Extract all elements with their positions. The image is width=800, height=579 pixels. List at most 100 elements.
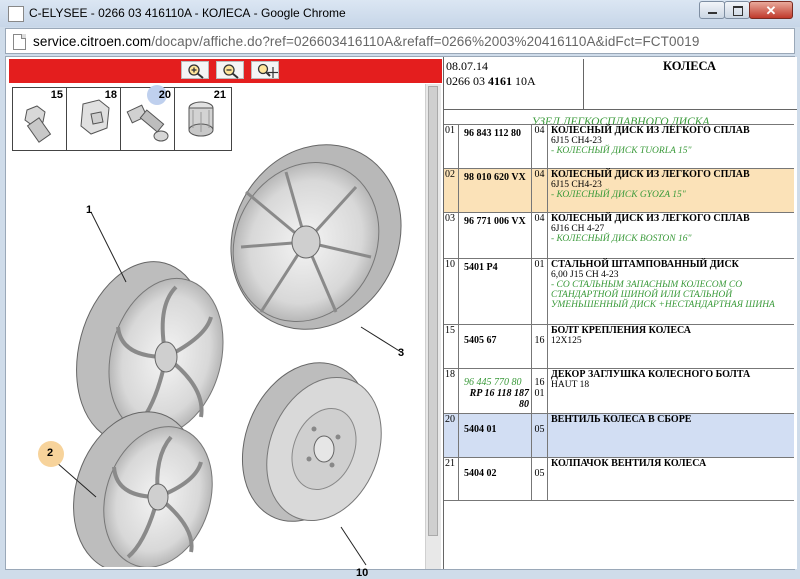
row-description: СТАЛЬНОЙ ШТАМПОВАННЫЙ ДИСК 6,00 J15 CH 4-…: [549, 259, 794, 324]
row-quantity-2: 01: [534, 388, 545, 399]
row-description: КОЛЕСНЫЙ ДИСК ИЗ ЛЕГКОГО СПЛАВ 6J16 CH 4-…: [549, 213, 794, 258]
header-ref-bold: 4161: [488, 74, 512, 88]
diagram-scrollbar[interactable]: [425, 84, 441, 569]
row-note: - КОЛЕСНЫЙ ДИСК BOSTON 16": [551, 234, 692, 244]
row-sub: 6,00 J15 CH 4-23: [551, 270, 619, 280]
table-row[interactable]: 03 96 771 006 VX 04 КОЛЕСНЫЙ ДИСК ИЗ ЛЕГ…: [444, 212, 794, 258]
window-titlebar: C-ELYSEE - 0266 03 416110A - КОЛЕСА - Go…: [0, 0, 800, 27]
table-row[interactable]: 10 5401 P4 01 СТАЛЬНОЙ ШТАМПОВАННЫЙ ДИСК…: [444, 258, 794, 324]
header-info: 08.07.14 0266 03 4161 10A: [446, 59, 583, 109]
row-reference[interactable]: 96 771 006 VX: [460, 213, 532, 258]
zoom-out-button[interactable]: [216, 61, 244, 79]
row-reference[interactable]: 5401 P4: [460, 259, 532, 324]
row-sub: 6J15 CH4-23: [551, 136, 602, 146]
table-row-selected[interactable]: 02 98 010 620 VX 04 КОЛЕСНЫЙ ДИСК ИЗ ЛЕГ…: [444, 168, 794, 212]
row-quantity: 16 01: [532, 369, 548, 413]
row-sub: HAUT 18: [551, 380, 590, 390]
header-ref-suffix: 10A: [512, 74, 536, 88]
wheel-10[interactable]: [220, 343, 402, 540]
row-note: - КОЛЕСНЫЙ ДИСК TUORLA 15": [551, 146, 692, 156]
minimize-icon: [708, 12, 717, 14]
document-icon: [8, 6, 24, 22]
row-quantity: 05: [532, 414, 548, 457]
page-content: 15 18 20 21 1 2 3 10 08.07.14 0266 03 41…: [5, 56, 797, 579]
viewer-toolbar: [9, 59, 442, 83]
row-description: КОЛПАЧОК ВЕНТИЛЯ КОЛЕСА: [549, 458, 794, 500]
header-ref: 0266 03 4161 10A: [446, 74, 583, 89]
minimize-button[interactable]: [699, 1, 725, 19]
zoom-fit-button[interactable]: [251, 61, 279, 79]
row-note: - СО СТАЛЬНЫМ ЗАПАСНЫМ КОЛЕСОМ СО СТАНДА…: [551, 280, 775, 310]
scrollbar-thumb[interactable]: [428, 86, 438, 536]
header-date: 08.07.14: [446, 59, 488, 73]
row-number: 10: [444, 259, 459, 324]
row-reference-2: RP 16 118 187 80: [469, 388, 529, 410]
parts-table: 01 96 843 112 80 04 КОЛЕСНЫЙ ДИСК ИЗ ЛЕГ…: [444, 124, 794, 569]
window-title: C-ELYSEE - 0266 03 416110A - КОЛЕСА - Go…: [29, 6, 346, 20]
row-quantity: 01: [532, 259, 548, 324]
row-reference[interactable]: 98 010 620 VX: [460, 169, 532, 212]
row-description: БОЛТ КРЕПЛЕНИЯ КОЛЕСА 12X125: [549, 325, 794, 368]
callout-3[interactable]: 3: [398, 347, 404, 359]
row-title: СТАЛЬНОЙ ШТАМПОВАННЫЙ ДИСК: [551, 259, 739, 270]
zoom-in-button[interactable]: [181, 61, 209, 79]
row-number: 18: [444, 369, 459, 413]
wheel-diagram: [54, 115, 424, 567]
row-number: 03: [444, 213, 459, 258]
close-icon: ✕: [765, 3, 777, 18]
table-row[interactable]: 01 96 843 112 80 04 КОЛЕСНЫЙ ДИСК ИЗ ЛЕГ…: [444, 124, 794, 168]
row-description: ВЕНТИЛЬ КОЛЕСА В СБОРЕ: [549, 414, 794, 457]
row-title: ВЕНТИЛЬ КОЛЕСА В СБОРЕ: [551, 414, 692, 425]
diagram-viewer: 15 18 20 21 1 2 3 10: [6, 57, 442, 579]
parts-table-panel: 08.07.14 0266 03 4161 10A КОЛЕСА УЗЕЛ ЛЕ…: [443, 57, 797, 569]
row-quantity: 04: [532, 169, 548, 212]
header-ref-prefix: 0266 03: [446, 74, 488, 88]
url-host: service.citroen.com: [33, 34, 152, 49]
row-reference-1: 96 445 770 80: [464, 377, 522, 388]
row-sub: 6J16 CH 4-27: [551, 224, 605, 234]
close-button[interactable]: ✕: [749, 1, 793, 19]
row-reference[interactable]: 5404 02: [460, 458, 532, 500]
row-description: ДЕКОР ЗАГЛУШКА КОЛЕСНОГО БОЛТА HAUT 18: [549, 369, 794, 413]
row-number: 01: [444, 125, 459, 168]
address-bar[interactable]: service.citroen.com/docapv/affiche.do?re…: [5, 28, 795, 54]
row-sub: 12X125: [551, 336, 582, 346]
row-reference[interactable]: 96 843 112 80: [460, 125, 532, 168]
header-title: КОЛЕСА: [583, 59, 795, 109]
url-path: /docapv/affiche.do?ref=026603416110A&ref…: [151, 34, 700, 49]
url-text[interactable]: service.citroen.com/docapv/affiche.do?re…: [33, 34, 699, 49]
zoom-fit-icon: [257, 63, 278, 78]
row-number: 20: [444, 414, 459, 457]
wheel-3[interactable]: [199, 115, 424, 360]
zoom-out-icon: [223, 64, 239, 79]
zoom-in-icon: [188, 64, 204, 79]
page-icon: [13, 34, 26, 50]
table-row[interactable]: 21 5404 02 05 КОЛПАЧОК ВЕНТИЛЯ КОЛЕСА: [444, 457, 794, 501]
row-reference[interactable]: 96 445 770 80 RP 16 118 187 80: [460, 369, 532, 413]
row-quantity: 04: [532, 125, 548, 168]
row-quantity-1: 16: [534, 377, 545, 388]
row-reference[interactable]: 5404 01: [460, 414, 532, 457]
callout-10[interactable]: 10: [356, 567, 368, 579]
callout-1[interactable]: 1: [86, 204, 92, 216]
wheel-2[interactable]: [54, 395, 230, 567]
row-reference[interactable]: 5405 67: [460, 325, 532, 368]
row-number: 21: [444, 458, 459, 500]
row-quantity: 05: [532, 458, 548, 500]
table-row[interactable]: 18 96 445 770 80 RP 16 118 187 80 16 01 ДЕ…: [444, 368, 794, 413]
table-row-highlighted[interactable]: 20 5404 01 05 ВЕНТИЛЬ КОЛЕСА В СБОРЕ: [444, 413, 794, 457]
row-number: 15: [444, 325, 459, 368]
row-title: КОЛЕСНЫЙ ДИСК ИЗ ЛЕГКОГО СПЛАВ: [551, 213, 750, 224]
row-title: БОЛТ КРЕПЛЕНИЯ КОЛЕСА: [551, 325, 691, 336]
row-note: - КОЛЕСНЫЙ ДИСК GYOZA 15": [551, 190, 686, 200]
maximize-button[interactable]: [724, 1, 750, 19]
table-row[interactable]: 15 5405 67 16 БОЛТ КРЕПЛЕНИЯ КОЛЕСА 12X12…: [444, 324, 794, 368]
row-title: ДЕКОР ЗАГЛУШКА КОЛЕСНОГО БОЛТА: [551, 369, 751, 380]
row-number: 02: [444, 169, 459, 212]
row-quantity: 16: [532, 325, 548, 368]
row-description: КОЛЕСНЫЙ ДИСК ИЗ ЛЕГКОГО СПЛАВ 6J15 CH4-2…: [549, 169, 794, 212]
callout-2[interactable]: 2: [47, 447, 53, 459]
row-sub: 6J15 CH4-23: [551, 180, 602, 190]
row-title: КОЛЕСНЫЙ ДИСК ИЗ ЛЕГКОГО СПЛАВ: [551, 125, 750, 136]
row-description: КОЛЕСНЫЙ ДИСК ИЗ ЛЕГКОГО СПЛАВ 6J15 CH4-2…: [549, 125, 794, 168]
